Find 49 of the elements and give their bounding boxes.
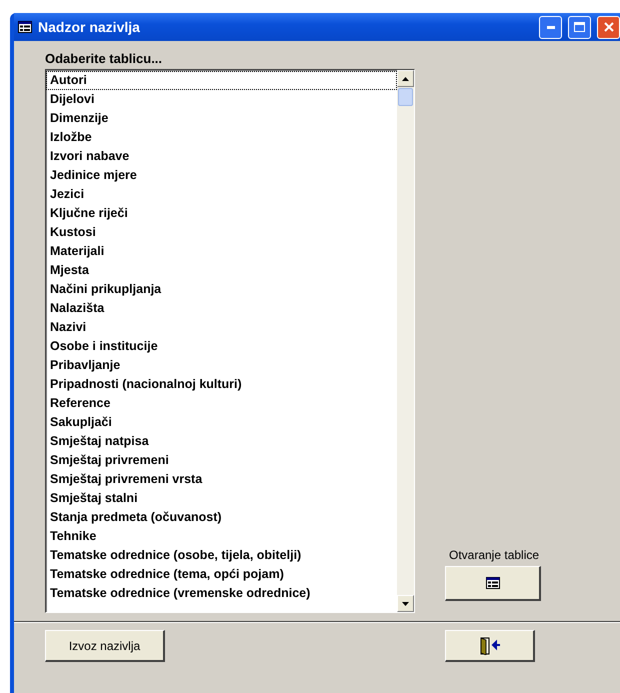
scroll-down-button[interactable]: [397, 595, 414, 612]
list-item[interactable]: Ključne riječi: [46, 204, 397, 223]
maximize-button[interactable]: [568, 16, 591, 38]
open-table-button[interactable]: [445, 566, 541, 601]
list-item[interactable]: Materijali: [46, 242, 397, 261]
list-item[interactable]: Dimenzije: [46, 109, 397, 128]
list-item[interactable]: Tematske odrednice (osobe, tijela, obitelji): [46, 546, 397, 565]
list-item[interactable]: Izložbe: [46, 128, 397, 147]
list-item[interactable]: Osobe i institucije: [46, 337, 397, 356]
maximize-icon: [574, 22, 585, 32]
list-item[interactable]: Smještaj privremeni vrsta: [46, 470, 397, 489]
minimize-button[interactable]: [539, 16, 562, 38]
list-item[interactable]: Pripadnosti (nacionalnoj kulturi): [46, 375, 397, 394]
exit-button[interactable]: [445, 630, 535, 662]
list-item[interactable]: Nalazišta: [46, 299, 397, 318]
list-item[interactable]: Načini prikupljanja: [46, 280, 397, 299]
scroll-up-button[interactable]: [397, 70, 414, 87]
list-item[interactable]: Smještaj natpisa: [46, 432, 397, 451]
scrollbar-thumb[interactable]: [398, 88, 413, 106]
list-item[interactable]: Sakupljači: [46, 413, 397, 432]
minimize-icon: [546, 26, 554, 28]
form-icon: [18, 21, 32, 33]
open-table-label: Otvaranje tablice: [449, 548, 540, 562]
list-item[interactable]: Dijelovi: [46, 90, 397, 109]
window-title: Nadzor nazivlja: [38, 19, 141, 35]
table-list[interactable]: [45, 69, 415, 613]
export-button[interactable]: Izvoz nazivlja: [45, 630, 165, 662]
list-item[interactable]: Autori: [46, 71, 397, 90]
list-label: Odaberite tablicu...: [45, 51, 164, 68]
list-item[interactable]: Jezici: [46, 185, 397, 204]
up-arrow-icon: [402, 76, 409, 80]
list-item[interactable]: Nazivi: [46, 318, 397, 337]
close-icon: [604, 22, 614, 32]
list-item[interactable]: Kustosi: [46, 223, 397, 242]
list-item[interactable]: Reference: [46, 394, 397, 413]
list-item[interactable]: Smještaj stalni: [46, 489, 397, 508]
list-item[interactable]: Izvori nabave: [46, 147, 397, 166]
list-item[interactable]: Tematske odrednice (vremenske odrednice): [46, 584, 397, 603]
down-arrow-icon: [402, 602, 409, 606]
exit-door-icon: [478, 636, 500, 654]
list-item[interactable]: Stanja predmeta (očuvanost): [46, 508, 397, 527]
close-button[interactable]: [597, 16, 620, 38]
list-item[interactable]: Smještaj privremeni: [46, 451, 397, 470]
list-item[interactable]: Mjesta: [46, 261, 397, 280]
list-item[interactable]: Jedinice mjere: [46, 166, 397, 185]
list-item[interactable]: Tematske odrednice (tema, opći pojam): [46, 565, 397, 584]
list-item[interactable]: Tehnike: [46, 527, 397, 546]
form-icon: [486, 577, 500, 589]
list-item[interactable]: Pribavljanje: [46, 356, 397, 375]
